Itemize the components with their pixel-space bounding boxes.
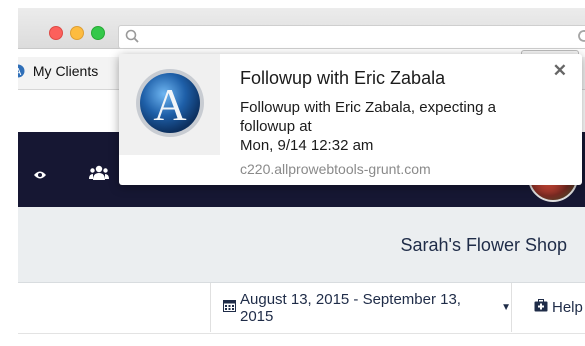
notification-body: Followup with Eric Zabala, expecting a f… [240,98,520,155]
help-button[interactable]: Help [526,283,585,332]
logo-letter: A [153,79,186,130]
toolbar: August 13, 2015 - September 13, 2015 ▼ H… [18,283,585,334]
notification-source: c220.allprowebtools-grunt.com [240,161,431,177]
medkit-icon [534,299,548,316]
app-logo-icon: A [18,64,29,78]
minimize-window-button[interactable] [70,26,84,40]
app-logo-icon: A [136,69,204,137]
reload-icon[interactable] [576,28,585,49]
date-range-text: August 13, 2015 - September 13, 2015 [240,290,461,325]
page-title: Sarah's Flower Shop [400,235,567,255]
browser-titlebar [18,8,585,49]
svg-text:A: A [18,67,22,78]
desktop-notification[interactable]: A Followup with Eric Zabala Followup wit… [119,54,582,185]
notification-title: Followup with Eric Zabala [240,68,446,88]
notification-body-line2: Mon, 9/14 12:32 am [240,137,374,154]
notification-body-line1: Followup with Eric Zabala, expecting a f… [240,99,496,135]
help-label: Help [552,299,583,316]
users-icon[interactable] [89,165,109,186]
close-icon[interactable]: ✕ [553,61,567,81]
page-header: Sarah's Flower Shop [18,207,585,283]
chevron-down-icon: ▼ [501,302,511,313]
notification-logo-area: A [119,54,220,155]
date-range-picker[interactable]: August 13, 2015 - September 13, 2015 ▼ [210,283,512,332]
search-icon [125,29,139,48]
bookmark-my-clients[interactable]: A My Clients [18,63,98,79]
calendar-icon [223,299,236,316]
address-bar[interactable] [118,25,585,49]
close-window-button[interactable] [49,26,63,40]
eye-icon[interactable] [34,167,46,185]
maximize-window-button[interactable] [91,26,105,40]
bookmark-label: My Clients [32,63,99,79]
